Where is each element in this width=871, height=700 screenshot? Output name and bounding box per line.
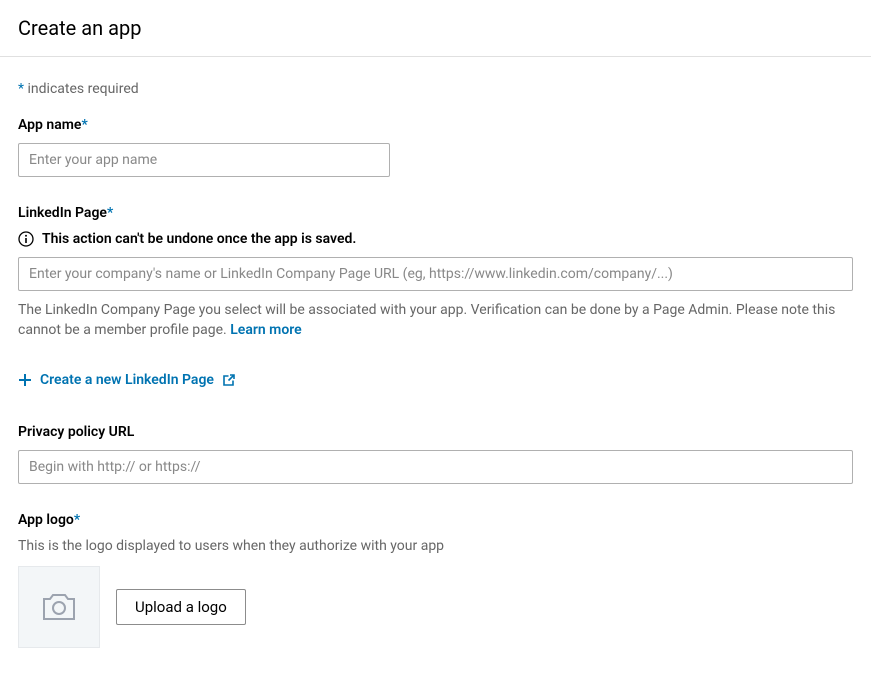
app-name-label: App name* (18, 117, 853, 133)
required-indicator-note: * indicates required (18, 81, 853, 97)
form-content: * indicates required App name* LinkedIn … (0, 57, 871, 700)
app-logo-subtext: This is the logo displayed to users when… (18, 538, 853, 554)
linkedin-page-label-text: LinkedIn Page (18, 205, 107, 221)
app-logo-label: App logo* (18, 512, 853, 528)
upload-logo-button[interactable]: Upload a logo (116, 589, 246, 625)
logo-placeholder[interactable] (18, 566, 100, 648)
linkedin-page-warning-text: This action can't be undone once the app… (42, 231, 356, 247)
required-note-text: indicates required (24, 81, 139, 97)
privacy-policy-label: Privacy policy URL (18, 424, 853, 440)
linkedin-page-warning: This action can't be undone once the app… (18, 231, 853, 247)
privacy-policy-input[interactable] (18, 450, 853, 484)
external-link-icon (222, 373, 236, 387)
plus-icon (18, 373, 32, 387)
app-name-input[interactable] (18, 143, 390, 177)
app-name-section: App name* (18, 117, 853, 177)
page-title: Create an app (18, 16, 853, 40)
create-linkedin-page-link[interactable]: Create a new LinkedIn Page (18, 372, 236, 388)
app-logo-label-text: App logo (18, 512, 74, 528)
info-icon (18, 231, 34, 247)
privacy-policy-section: Privacy policy URL (18, 424, 853, 484)
linkedin-page-section: LinkedIn Page* This action can't be undo… (18, 205, 853, 396)
required-asterisk: * (74, 512, 80, 528)
linkedin-page-label: LinkedIn Page* (18, 205, 853, 221)
app-logo-section: App logo* This is the logo displayed to … (18, 512, 853, 648)
linkedin-page-helper-text: The LinkedIn Company Page you select wil… (18, 302, 835, 338)
privacy-policy-label-text: Privacy policy URL (18, 424, 134, 440)
page-header: Create an app (0, 0, 871, 57)
linkedin-page-helper: The LinkedIn Company Page you select wil… (18, 301, 853, 340)
learn-more-link[interactable]: Learn more (230, 322, 301, 338)
app-name-label-text: App name (18, 117, 81, 133)
required-asterisk: * (81, 117, 87, 133)
create-linkedin-page-text: Create a new LinkedIn Page (40, 372, 214, 388)
linkedin-page-input[interactable] (18, 257, 853, 291)
logo-upload-row: Upload a logo (18, 566, 853, 648)
camera-icon (41, 592, 77, 622)
required-asterisk: * (107, 205, 113, 221)
